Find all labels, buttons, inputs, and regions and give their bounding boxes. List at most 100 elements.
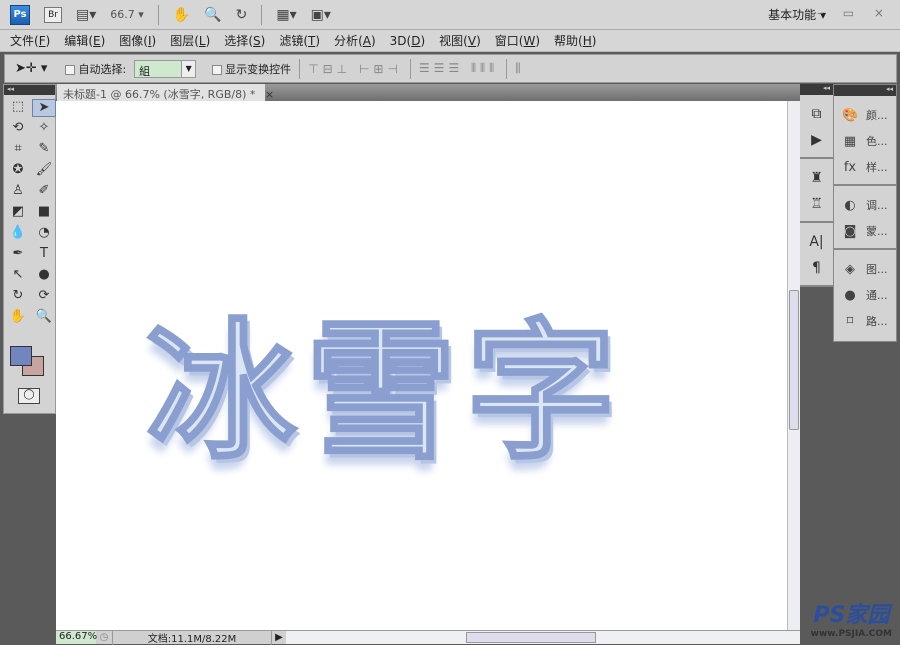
window-controls[interactable]: – ▭ × xyxy=(817,6,892,20)
document-size-info: 文档:11.1M/8.22M xyxy=(112,630,272,645)
hand-tool-icon[interactable]: ✋ xyxy=(173,7,190,23)
menu-help[interactable]: 帮助(H) xyxy=(554,32,596,49)
vertical-scroll-thumb[interactable] xyxy=(789,290,799,430)
divider xyxy=(506,58,508,79)
collapse-icon[interactable]: ◂◂ xyxy=(834,85,896,96)
panel-color[interactable]: 🎨 颜... xyxy=(834,102,896,128)
gradient-tool-icon[interactable]: ■ xyxy=(32,204,56,222)
clone-source-icon[interactable]: ♖ xyxy=(800,191,833,217)
menu-file[interactable]: 文件(F) xyxy=(10,32,50,49)
auto-align-icon[interactable]: ⫼ xyxy=(515,61,525,76)
menu-3d[interactable]: 3D(D) xyxy=(390,34,426,48)
menu-analysis[interactable]: 分析(A) xyxy=(334,32,376,49)
align-buttons-icon[interactable]: ⊤⊟⊥ ⊢⊞⊣ xyxy=(308,62,402,76)
screen-mode-icon[interactable]: ▣▾ xyxy=(311,7,331,23)
distribute-buttons-icon[interactable]: ☰☰☰ ⫴⫴⫴ xyxy=(419,61,498,76)
menu-edit[interactable]: 编辑(E) xyxy=(64,32,105,49)
menu-filter[interactable]: 滤镜(T) xyxy=(279,32,320,49)
move-tool-icon[interactable]: ➤ xyxy=(32,99,56,117)
rotate-view-icon[interactable]: ↻ xyxy=(236,7,248,23)
status-bar: 66.67% ◷ 文档:11.1M/8.22M ▶ xyxy=(56,630,800,645)
panel-paths[interactable]: ⌑ 路... xyxy=(834,308,896,334)
type-tool-icon[interactable]: T xyxy=(32,246,56,264)
panel-dock-icons: ◂◂ ⧉ ▶ ♜ ♖ A| ¶ xyxy=(800,84,833,644)
collapse-icon[interactable]: ◂◂ xyxy=(4,85,55,95)
pen-tool-icon[interactable]: ✒ xyxy=(6,246,30,264)
collapse-icon[interactable]: ◂◂ xyxy=(800,84,833,95)
horizontal-scrollbar[interactable] xyxy=(286,631,800,644)
divider xyxy=(157,4,159,25)
move-tool-preset-icon[interactable]: ➤✛ ▾ xyxy=(15,61,47,76)
channels-icon: ● xyxy=(844,287,856,303)
color-icon: 🎨 xyxy=(842,107,859,123)
healing-brush-icon[interactable]: ✪ xyxy=(6,162,30,180)
view-extras-icon[interactable]: ▤▾ xyxy=(76,7,96,23)
brush-tool-icon[interactable]: 🖌 xyxy=(32,162,56,180)
menu-image[interactable]: 图像(I) xyxy=(119,32,156,49)
zoom-tool-icon[interactable]: 🔍 xyxy=(204,7,221,23)
paragraph-panel-icon[interactable]: ¶ xyxy=(800,255,833,281)
watermark-url: www.PSJIA.COM xyxy=(810,629,892,639)
character-panel-icon[interactable]: A| xyxy=(800,229,833,255)
adjustments-icon: ◐ xyxy=(844,197,856,213)
divider xyxy=(261,4,263,25)
menu-window[interactable]: 窗口(W) xyxy=(495,32,540,49)
marquee-tool-icon[interactable]: ⬚ xyxy=(6,99,30,117)
canvas[interactable]: 冰雪字 xyxy=(56,101,787,630)
panel-layers[interactable]: ◈ 图... xyxy=(834,256,896,282)
crop-tool-icon[interactable]: ⌗ xyxy=(6,141,30,159)
path-selection-icon[interactable]: ↖ xyxy=(6,267,30,285)
quick-mask-icon[interactable]: ◯ xyxy=(18,388,40,404)
swatches-icon: ▦ xyxy=(843,133,857,149)
history-panel-icon[interactable]: ⧉ xyxy=(800,101,833,127)
auto-select-dropdown[interactable]: 組 ▼ xyxy=(134,59,197,78)
status-clock-icon: ◷ xyxy=(99,632,109,643)
3d-rotate-icon[interactable]: ↻ xyxy=(6,288,30,306)
panel-styles[interactable]: fx 样... xyxy=(834,154,896,180)
hand-tool-icon[interactable]: ✋ xyxy=(6,309,30,327)
panel-swatches[interactable]: ▦ 色... xyxy=(834,128,896,154)
arrange-documents-icon[interactable]: ▦▾ xyxy=(276,7,296,23)
lasso-tool-icon[interactable]: ⟲ xyxy=(6,120,30,138)
options-bar: ➤✛ ▾ 自动选择: 組 ▼ 显示变换控件 ⊤⊟⊥ ⊢⊞⊣ ☰☰☰ ⫴⫴⫴ ⫼ xyxy=(4,54,897,83)
divider xyxy=(409,58,411,79)
application-bar: Ps Br ▤▾ 66.7 ▾ ✋ 🔍 ↻ ▦▾ ▣▾ xyxy=(0,0,900,30)
3d-orbit-icon[interactable]: ⟳ xyxy=(32,288,56,306)
bridge-button[interactable]: Br xyxy=(44,6,62,23)
watermark: PS家园 www.PSJIA.COM xyxy=(811,597,892,639)
ice-text-artwork: 冰雪字 xyxy=(144,305,627,482)
auto-select-checkbox[interactable]: 自动选择: xyxy=(65,61,126,77)
panel-masks[interactable]: ◙ 蒙... xyxy=(834,218,896,244)
tool-presets-icon[interactable]: ♜ xyxy=(800,165,833,191)
actions-panel-icon[interactable]: ▶ xyxy=(800,127,833,153)
document-tab[interactable]: 未标题-1 @ 66.7% (冰雪字, RGB/8) * × xyxy=(57,84,274,101)
eyedropper-icon[interactable]: ✎ xyxy=(32,141,56,159)
photoshop-logo: Ps xyxy=(10,4,30,25)
paths-icon: ⌑ xyxy=(846,313,854,329)
zoom-level-dropdown[interactable]: 66.7 ▾ xyxy=(110,8,144,21)
zoom-tool-icon[interactable]: 🔍 xyxy=(32,309,56,327)
horizontal-scroll-thumb[interactable] xyxy=(466,632,596,643)
show-transform-checkbox[interactable]: 显示变换控件 xyxy=(212,61,291,77)
panel-adjustments[interactable]: ◐ 调... xyxy=(834,192,896,218)
blur-tool-icon[interactable]: 💧 xyxy=(6,225,30,243)
watermark-brand: PS家园 xyxy=(813,603,890,628)
eraser-icon[interactable]: ◩ xyxy=(6,204,30,222)
dodge-tool-icon[interactable]: ◔ xyxy=(32,225,56,243)
masks-icon: ◙ xyxy=(843,223,857,239)
magic-wand-icon[interactable]: ✧ xyxy=(32,120,56,138)
zoom-field[interactable]: 66.67% xyxy=(56,631,97,644)
panel-channels[interactable]: ● 通... xyxy=(834,282,896,308)
layers-icon: ◈ xyxy=(845,261,855,277)
foreground-color-swatch[interactable] xyxy=(10,346,32,366)
history-brush-icon[interactable]: ✐ xyxy=(32,183,56,201)
menu-bar: 文件(F) 编辑(E) 图像(I) 图层(L) 选择(S) 滤镜(T) 分析(A… xyxy=(0,30,900,52)
clone-stamp-icon[interactable]: ♙ xyxy=(6,183,30,201)
status-menu-arrow-icon[interactable]: ▶ xyxy=(272,632,286,643)
menu-view[interactable]: 视图(V) xyxy=(439,32,481,49)
menu-layer[interactable]: 图层(L) xyxy=(170,32,210,49)
shape-tool-icon[interactable]: ● xyxy=(32,267,56,285)
close-tab-icon[interactable]: × xyxy=(265,88,274,101)
panel-dock: ◂◂ 🎨 颜... ▦ 色... fx 样... ◐ 调... ◙ 蒙... ◈ 图... … xyxy=(833,84,897,342)
menu-select[interactable]: 选择(S) xyxy=(224,32,265,49)
